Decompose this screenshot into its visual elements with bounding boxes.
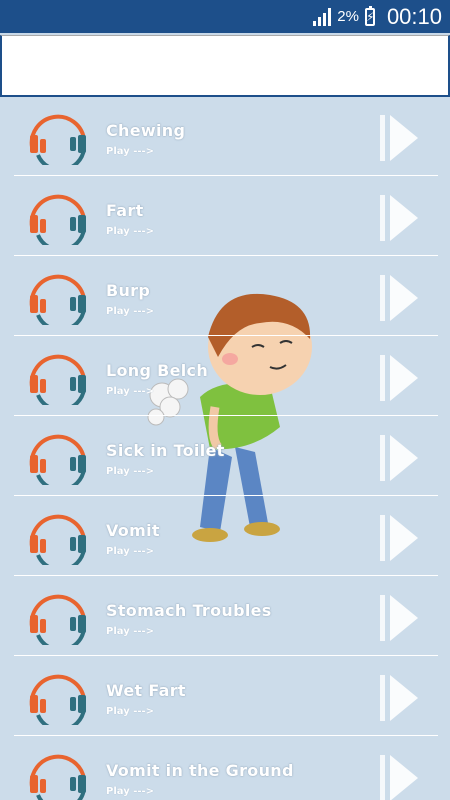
status-time: 00:10 (386, 3, 442, 29)
sound-item[interactable]: Wet Fart Play ---> (14, 657, 438, 736)
sound-item[interactable]: Chewing Play ---> (14, 97, 438, 176)
sound-title: Chewing (106, 121, 186, 140)
sound-item[interactable]: Vomit in the Ground Play ---> (14, 737, 438, 800)
play-icon[interactable] (380, 355, 420, 401)
sound-title: Stomach Troubles (106, 601, 272, 620)
sound-title: Vomit in the Ground (106, 761, 294, 780)
sound-list[interactable]: Chewing Play ---> Fart Play ---> Burp Pl… (0, 97, 450, 800)
headphones-icon (29, 754, 86, 800)
sound-title: Sick in Toilet (106, 441, 225, 460)
sound-item[interactable]: Long Belch Play ---> (14, 337, 438, 416)
headphones-icon (29, 194, 86, 245)
play-icon[interactable] (380, 115, 420, 161)
headphones-icon (29, 514, 86, 565)
play-icon[interactable] (380, 275, 420, 321)
play-icon[interactable] (380, 435, 420, 481)
sound-item[interactable]: Sick in Toilet Play ---> (14, 417, 438, 496)
play-icon[interactable] (380, 595, 420, 641)
play-label: Play ---> (106, 466, 155, 477)
status-bar: 2% ⚡ 00:10 (0, 0, 450, 33)
play-icon[interactable] (380, 515, 420, 561)
headphones-icon (29, 274, 86, 325)
headphones-icon (29, 354, 86, 405)
battery-charging-icon: ⚡ (364, 5, 375, 26)
play-icon[interactable] (380, 755, 420, 800)
play-label: Play ---> (106, 706, 155, 717)
headphones-icon (29, 674, 86, 725)
headphones-icon (29, 114, 86, 165)
battery-percent: 2% (337, 8, 359, 25)
play-label: Play ---> (106, 386, 155, 397)
sound-item[interactable]: Burp Play ---> (14, 257, 438, 336)
headphones-icon (29, 594, 86, 645)
sound-item[interactable]: Fart Play ---> (14, 177, 438, 256)
sound-title: Vomit (106, 521, 160, 540)
sound-item[interactable]: Vomit Play ---> (14, 497, 438, 576)
sound-title: Fart (106, 201, 144, 220)
ad-banner[interactable] (0, 35, 450, 97)
sound-title: Wet Fart (106, 681, 186, 700)
headphones-icon (29, 434, 86, 485)
play-label: Play ---> (106, 146, 155, 157)
sound-item[interactable]: Stomach Troubles Play ---> (14, 577, 438, 656)
play-label: Play ---> (106, 626, 155, 637)
signal-icon (313, 7, 332, 26)
play-label: Play ---> (106, 546, 155, 557)
play-label: Play ---> (106, 786, 155, 797)
play-icon[interactable] (380, 195, 420, 241)
sound-title: Long Belch (106, 361, 209, 380)
play-icon[interactable] (380, 675, 420, 721)
play-label: Play ---> (106, 306, 155, 317)
sound-title: Burp (106, 281, 151, 300)
play-label: Play ---> (106, 226, 155, 237)
